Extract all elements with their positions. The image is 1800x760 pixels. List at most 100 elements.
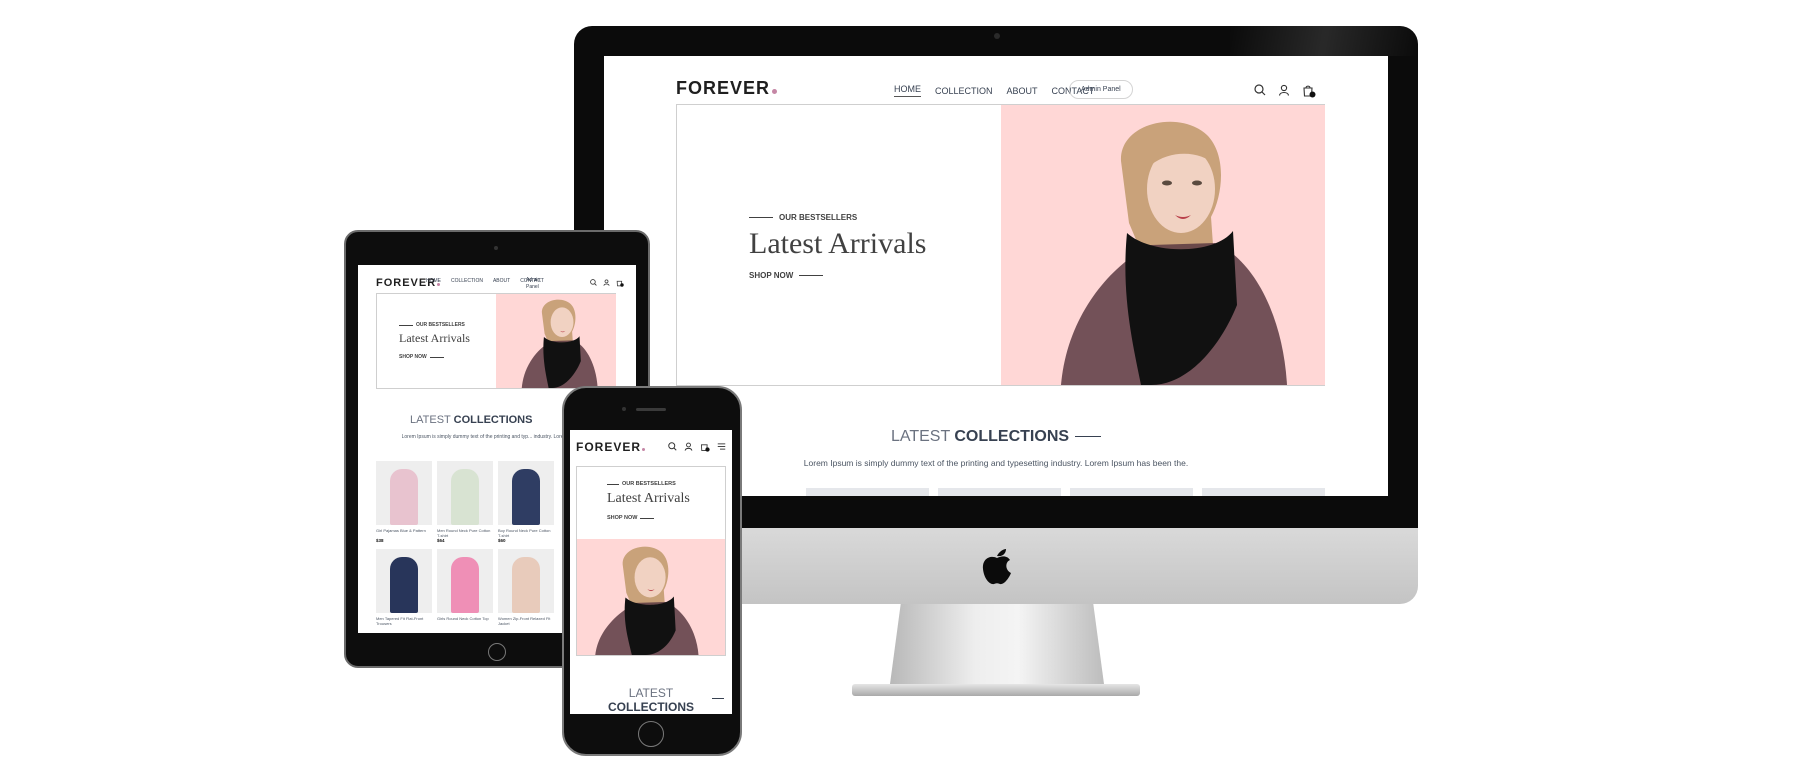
product-thumbnails [806,488,1325,496]
user-icon[interactable] [603,279,610,287]
product-card[interactable]: Girls Round Neck Cotton Top [437,549,493,626]
collections-heading: LATEST COLLECTIONS [576,686,726,714]
logo-text: FOREVER [676,78,771,98]
collections-title-bold: COLLECTIONS [608,700,694,714]
main-nav: HOME COLLECTION ABOUT CONTACT [894,84,1094,97]
product-image [498,549,554,613]
product-card[interactable]: Women Zip-Front Relaxed Fit Jacket [498,549,554,626]
shop-now-link[interactable]: SHOP NOW [399,354,444,360]
product-figure [390,557,418,613]
product-card[interactable]: Men Tapered Fit Flat-Front Trousers [376,549,432,626]
product-figure [512,557,540,613]
shop-now-link[interactable]: SHOP NOW [607,515,655,521]
product-price: $60 [498,538,506,543]
user-icon[interactable] [1278,84,1290,98]
header-icons [668,442,726,452]
hero-image [577,539,725,655]
nav-collection[interactable]: COLLECTION [451,278,483,284]
product-price: $38 [376,538,384,543]
apple-logo-icon [980,546,1014,586]
search-icon[interactable] [590,279,597,287]
nav-collection[interactable]: COLLECTION [935,86,993,96]
product-name: Women Zip-Front Relaxed Fit Jacket [498,616,551,626]
collections-heading-line [712,698,724,699]
monitor-glare [1230,26,1418,56]
cart-icon[interactable] [1302,84,1316,98]
shop-now-text: SHOP NOW [607,515,638,521]
product-card[interactable]: Girl Pajamas Blue & Pattern $38 [376,461,432,543]
product-figure [451,469,479,525]
collections-title-light: LATEST [628,686,674,700]
hero-eyebrow: OUR BESTSELLERS [399,322,465,328]
nav-about[interactable]: ABOUT [1007,86,1038,96]
hero-title: Latest Arrivals [749,227,927,260]
tablet-camera [494,246,498,250]
monitor-stand-neck [890,604,1104,684]
product-card[interactable]: Boy Round Neck Pure Cotton T-shirt $60 [498,461,554,543]
product-figure [512,469,540,525]
hero-image [496,294,616,388]
logo-dot-icon [642,448,646,451]
product-name: Men Round Neck Pure Cotton T-shirt [437,528,491,538]
product-image [498,461,554,525]
product-image [376,461,432,525]
phone-camera [622,407,626,411]
hero-eyebrow-text: OUR BESTSELLERS [779,213,858,222]
monitor-camera [994,33,1000,39]
mobile-screen: FOREVER OUR BESTSELLERS Latest Arrivals … [570,430,732,714]
nav-home[interactable]: HOME [426,278,441,284]
site-logo[interactable]: FOREVER [676,78,778,99]
hero-banner: OUR BESTSELLERS Latest Arrivals SHOP NOW [676,104,1325,386]
hero-title: Latest Arrivals [399,331,470,345]
hero-eyebrow-text: OUR BESTSELLERS [622,481,676,487]
hero-image [1001,105,1325,385]
search-icon[interactable] [1254,84,1266,98]
nav-about[interactable]: ABOUT [493,278,510,284]
user-icon[interactable] [684,442,693,452]
hero-eyebrow-text: OUR BESTSELLERS [416,322,465,328]
site-header: FOREVER [576,436,726,458]
product-thumb[interactable] [806,488,929,496]
product-image [376,549,432,613]
collections-heading: LATEST COLLECTIONS [410,414,532,426]
product-name: Boy Round Neck Pure Cotton T-shirt [498,528,551,538]
hero-title: Latest Arrivals [607,491,690,506]
shop-now-link[interactable]: SHOP NOW [749,271,824,280]
admin-panel-button[interactable]: Admin Panel [1069,80,1133,99]
logo-dot-icon [772,89,778,94]
phone-speaker [636,408,666,411]
product-thumb[interactable] [938,488,1061,496]
product-name: Girls Round Neck Cotton Top [437,616,489,621]
hero-banner: OUR BESTSELLERS Latest Arrivals SHOP NOW [376,293,616,389]
collections-title-bold: COLLECTIONS [954,428,1070,445]
menu-icon[interactable] [717,442,726,452]
product-card[interactable]: Men Round Neck Pure Cotton T-shirt $64 [437,461,493,543]
search-icon[interactable] [668,442,677,452]
product-image [437,549,493,613]
nav-home[interactable]: HOME [894,84,921,97]
collections-title-light: LATEST [890,428,950,445]
product-name: Men Tapered Fit Flat-Front Trousers [376,616,424,626]
product-thumb[interactable] [1202,488,1325,496]
header-icons [1254,84,1316,98]
shop-now-text: SHOP NOW [749,271,794,280]
product-thumb[interactable] [1070,488,1193,496]
hero-text-panel: OUR BESTSELLERS Latest Arrivals SHOP NOW [677,105,1001,385]
collections-title-light: LATEST [410,414,451,426]
cart-icon[interactable] [700,442,710,452]
site-header: FOREVER HOME COLLECTION ABOUT CONTACT Ad… [376,271,624,295]
header-icons [590,279,624,287]
site-logo[interactable]: FOREVER [576,440,646,454]
hero-banner: OUR BESTSELLERS Latest Arrivals SHOP NOW [576,466,726,656]
product-figure [451,557,479,613]
product-figure [390,469,418,525]
product-image [437,461,493,525]
product-price: $64 [437,538,445,543]
hero-eyebrow: OUR BESTSELLERS [607,481,676,487]
monitor-stand-base [852,684,1140,696]
admin-panel-button[interactable]: Admin Panel [526,277,548,291]
cart-icon[interactable] [616,279,624,287]
collections-title-bold: COLLECTIONS [453,414,533,426]
site-header: FOREVER HOME COLLECTION ABOUT CONTACT Ad… [676,68,1316,108]
tablet-home-button [488,643,506,661]
